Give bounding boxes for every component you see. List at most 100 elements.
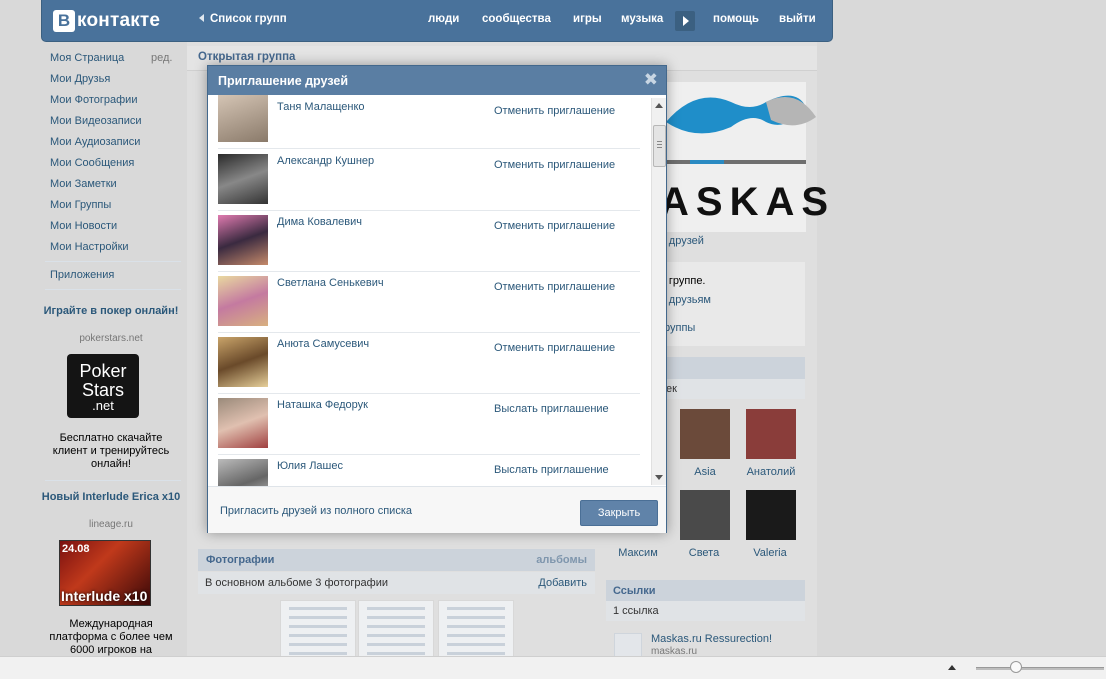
member-avatar[interactable]	[680, 409, 730, 459]
cancel-invite-link[interactable]: Отменить приглашение	[494, 220, 615, 232]
cancel-invite-link[interactable]: Отменить приглашение	[494, 159, 615, 171]
menu-my-page[interactable]: Моя Страница	[50, 52, 124, 64]
member-name[interactable]: Света	[669, 547, 739, 559]
friend-avatar[interactable]	[218, 95, 268, 142]
friend-avatar[interactable]	[218, 154, 268, 204]
send-invite-link[interactable]: Выслать приглашение	[494, 403, 609, 415]
ad-pokerstars-domain: pokerstars.net	[79, 333, 143, 344]
close-icon[interactable]: ✖	[644, 71, 658, 89]
friend-avatar[interactable]	[218, 398, 268, 448]
pokerstars-logo-word3: .net	[92, 398, 114, 413]
menu-my-news[interactable]: Мои Новости	[50, 220, 117, 232]
friend-avatar[interactable]	[218, 459, 268, 486]
recommend-friends-link[interactable]: ь друзьям	[660, 294, 711, 306]
member-name[interactable]: Valeria	[735, 547, 805, 559]
friend-avatar[interactable]	[218, 215, 268, 265]
nav-communities[interactable]: сообщества	[482, 13, 551, 25]
menu-my-photos[interactable]: Мои Фотографии	[50, 94, 137, 106]
logo-rule-accent	[690, 160, 724, 164]
member-name[interactable]: Максим	[603, 547, 673, 559]
cancel-invite-link[interactable]: Отменить приглашение	[494, 342, 615, 354]
nav-people[interactable]: люди	[428, 13, 459, 25]
menu-my-notes[interactable]: Мои Заметки	[50, 178, 117, 190]
ad-interlude-date: 24.08	[62, 543, 90, 555]
ad-pokerstars-text: Бесплатно скачайте клиент и тренируйтесь…	[52, 432, 170, 470]
friend-avatar[interactable]	[218, 276, 268, 326]
group-type-label: Открытая группа	[198, 51, 296, 63]
music-play-button[interactable]	[675, 11, 695, 31]
nav-games[interactable]: игры	[573, 13, 602, 25]
friends-list: Таня Малащенко Отменить приглашение Алек…	[208, 95, 666, 486]
edit-menu-link[interactable]: ред.	[151, 52, 172, 64]
links-count: 1 ссылка	[613, 605, 659, 617]
chevron-left-icon	[199, 14, 204, 22]
friend-row: Александр Кушнер Отменить приглашение	[218, 149, 640, 211]
vk-logo-letter: В	[53, 10, 75, 32]
friend-avatar[interactable]	[218, 337, 268, 387]
menu-my-groups[interactable]: Мои Группы	[50, 199, 111, 211]
menu-my-messages[interactable]: Мои Сообщения	[50, 157, 134, 169]
arrow-up-icon[interactable]	[948, 665, 956, 670]
friend-row: Юлия Лашес Выслать приглашение	[218, 454, 640, 486]
member-name[interactable]: Анатолий	[736, 466, 806, 478]
photo-thumbnail[interactable]	[438, 600, 514, 664]
vk-logo-text: контакте	[77, 10, 161, 31]
friend-row: Наташка Федорук Выслать приглашение	[218, 393, 640, 455]
menu-divider	[45, 289, 181, 290]
menu-applications[interactable]: Приложения	[50, 269, 114, 281]
scroll-thumb[interactable]	[653, 125, 666, 167]
friend-name[interactable]: Таня Малащенко	[277, 101, 365, 113]
nav-help[interactable]: помощь	[713, 13, 759, 25]
ad-interlude-title[interactable]: Новый Interlude Erica x10	[41, 491, 181, 504]
menu-my-friends[interactable]: Мои Друзья	[50, 73, 110, 85]
friends-list-scrollbar[interactable]	[651, 98, 666, 485]
back-to-groups-link[interactable]: Список групп	[199, 13, 287, 25]
photos-header-label: Фотографии	[206, 554, 275, 566]
photo-thumbnail[interactable]	[280, 600, 356, 664]
grip-line	[657, 144, 662, 145]
browser-status-bar	[0, 656, 1106, 679]
grip-line	[657, 147, 662, 148]
mask-icon	[666, 95, 816, 134]
zoom-slider-track[interactable]	[976, 667, 1104, 670]
send-invite-link[interactable]: Выслать приглашение	[494, 464, 609, 476]
member-name[interactable]: Asia	[670, 466, 740, 478]
member-avatar[interactable]	[746, 490, 796, 540]
friend-name[interactable]: Александр Кушнер	[277, 155, 374, 167]
group-link-title[interactable]: Maskas.ru Ressurection!	[651, 633, 772, 645]
ad-divider	[45, 480, 181, 481]
friend-name[interactable]: Анюта Самусевич	[277, 338, 369, 350]
albums-link[interactable]: альбомы	[536, 554, 587, 566]
photos-section-header[interactable]: Фотографии альбомы	[198, 549, 595, 571]
cancel-invite-link[interactable]: Отменить приглашение	[494, 105, 615, 117]
vk-logo[interactable]: В контакте	[53, 9, 160, 33]
nav-logout[interactable]: выйти	[779, 13, 816, 25]
scroll-down-icon[interactable]	[655, 475, 663, 480]
links-header[interactable]: Ссылки	[606, 580, 805, 602]
zoom-slider-knob[interactable]	[1010, 661, 1022, 673]
add-photo-link[interactable]: Добавить	[538, 577, 587, 589]
nav-music[interactable]: музыка	[621, 13, 663, 25]
cancel-invite-link[interactable]: Отменить приглашение	[494, 281, 615, 293]
pokerstars-logo[interactable]: Poker Stars .net	[67, 354, 139, 418]
ad-pokerstars-title[interactable]: Играйте в покер онлайн!	[41, 305, 181, 318]
friend-name[interactable]: Наташка Федорук	[277, 399, 368, 411]
friend-name[interactable]: Светлана Сенькевич	[277, 277, 384, 289]
top-header: В контакте Список групп люди сообщества …	[41, 0, 833, 42]
members-count: ек	[666, 383, 677, 395]
photo-thumbnail[interactable]	[358, 600, 434, 664]
menu-my-audio[interactable]: Мои Аудиозаписи	[50, 136, 140, 148]
links-count-bar: 1 ссылка	[606, 601, 805, 621]
menu-my-settings[interactable]: Мои Настройки	[50, 241, 129, 253]
member-avatar[interactable]	[680, 490, 730, 540]
scroll-up-icon[interactable]	[655, 103, 663, 108]
friend-name[interactable]: Юлия Лашес	[277, 460, 343, 472]
member-avatar[interactable]	[746, 409, 796, 459]
ad-interlude-domain: lineage.ru	[89, 519, 133, 530]
close-button[interactable]: Закрыть	[580, 500, 658, 526]
ad-interlude-image[interactable]: 24.08 Interlude x10	[59, 540, 151, 606]
photos-count-text: В основном альбоме 3 фотографии	[205, 577, 388, 589]
menu-my-videos[interactable]: Мои Видеозаписи	[50, 115, 142, 127]
invite-from-full-list-link[interactable]: Пригласить друзей из полного списка	[220, 505, 412, 517]
friend-name[interactable]: Дима Ковалевич	[277, 216, 362, 228]
